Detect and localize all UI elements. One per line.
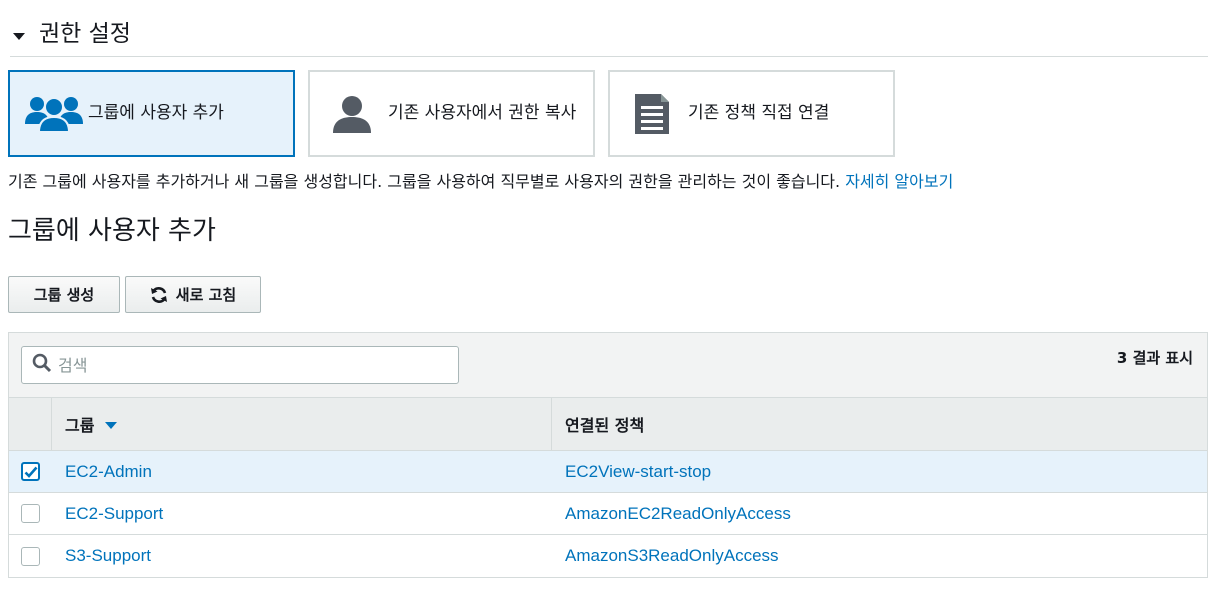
header-policy-label: 연결된 정책 <box>565 416 645 435</box>
row-checkbox[interactable] <box>21 462 40 481</box>
policy-link[interactable]: EC2View-start-stop <box>565 462 711 482</box>
policy-link[interactable]: AmazonEC2ReadOnlyAccess <box>565 504 791 524</box>
document-icon <box>628 92 676 136</box>
table-row[interactable]: EC2-Support AmazonEC2ReadOnlyAccess <box>9 493 1207 535</box>
result-count: 3 결과 표시 <box>1116 349 1193 367</box>
caret-down-icon[interactable] <box>13 33 25 40</box>
search-icon <box>32 353 52 377</box>
table-row[interactable]: EC2-Admin EC2View-start-stop <box>9 451 1207 493</box>
group-link[interactable]: EC2-Admin <box>65 462 152 482</box>
description: 기존 그룹에 사용자를 추가하거나 새 그룹을 생성합니다. 그룹을 사용하여 … <box>8 170 953 194</box>
table-row[interactable]: S3-Support AmazonS3ReadOnlyAccess <box>9 535 1207 577</box>
row-checkbox[interactable] <box>21 504 40 523</box>
user-icon <box>328 95 376 133</box>
subsection-title: 그룹에 사용자 추가 <box>8 216 216 246</box>
option-add-to-group[interactable]: 그룹에 사용자 추가 <box>8 70 295 157</box>
users-group-icon <box>24 94 84 134</box>
group-cell: EC2-Admin <box>52 451 552 492</box>
header-group[interactable]: 그룹 <box>52 398 552 450</box>
option-label: 그룹에 사용자 추가 <box>88 103 224 123</box>
refresh-icon <box>150 286 168 304</box>
groups-table: 3 결과 표시 그룹 연결된 정책 EC2-Admin EC2View-star… <box>8 332 1208 578</box>
section-title: 권한 설정 <box>39 21 131 47</box>
refresh-button[interactable]: 새로 고침 <box>125 276 261 313</box>
description-text: 기존 그룹에 사용자를 추가하거나 새 그룹을 생성합니다. 그룹을 사용하여 … <box>8 172 846 191</box>
create-group-button[interactable]: 그룹 생성 <box>8 276 120 313</box>
row-check-cell <box>9 493 52 534</box>
group-link[interactable]: S3-Support <box>65 546 151 566</box>
group-link[interactable]: EC2-Support <box>65 504 163 524</box>
group-cell: S3-Support <box>52 535 552 577</box>
option-attach-policy[interactable]: 기존 정책 직접 연결 <box>608 70 895 157</box>
option-label: 기존 정책 직접 연결 <box>688 103 830 123</box>
option-label: 기존 사용자에서 권한 복사 <box>388 103 577 123</box>
header-check-cell <box>9 398 52 450</box>
policy-link[interactable]: AmazonS3ReadOnlyAccess <box>565 546 779 566</box>
sort-desc-icon[interactable] <box>105 422 118 429</box>
search-box[interactable] <box>21 346 459 384</box>
option-copy-permissions[interactable]: 기존 사용자에서 권한 복사 <box>308 70 595 157</box>
row-checkbox[interactable] <box>21 546 40 566</box>
policy-cell: AmazonS3ReadOnlyAccess <box>552 535 1207 577</box>
header-policy[interactable]: 연결된 정책 <box>552 398 1207 450</box>
refresh-label: 새로 고침 <box>175 286 237 304</box>
policy-cell: EC2View-start-stop <box>552 451 1207 492</box>
header-group-label: 그룹 <box>65 416 95 435</box>
policy-cell: AmazonEC2ReadOnlyAccess <box>552 493 1207 534</box>
row-check-cell <box>9 535 52 577</box>
table-header-row: 그룹 연결된 정책 <box>9 398 1207 451</box>
table-toolbar: 3 결과 표시 <box>9 333 1207 398</box>
group-cell: EC2-Support <box>52 493 552 534</box>
search-input[interactable] <box>58 355 438 375</box>
learn-more-link[interactable]: 자세히 알아보기 <box>845 172 953 191</box>
checkmark-icon <box>24 466 37 478</box>
section-header[interactable]: 권한 설정 <box>10 18 1208 57</box>
row-check-cell <box>9 451 52 492</box>
